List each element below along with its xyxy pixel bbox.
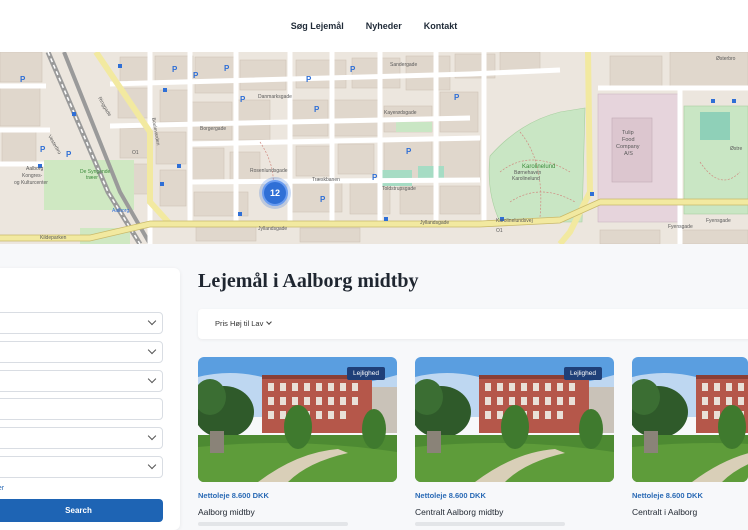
- listing-type-badge: Lejlighed: [346, 367, 385, 380]
- map-label-o1-b: O1: [496, 228, 503, 234]
- map-label-danmarksgade: Danmarksgade: [258, 94, 292, 100]
- map-label-o1-a: O1: [132, 150, 139, 156]
- svg-text:P: P: [240, 95, 246, 104]
- map[interactable]: P P P P P P P P P P P P P P Danmarksgade Vesterbro…: [0, 52, 748, 244]
- listing-photo: [632, 357, 748, 482]
- svg-text:P: P: [172, 65, 178, 74]
- listing-price: Nettoleje 8.600 DKK: [632, 491, 703, 500]
- svg-text:P: P: [193, 71, 199, 80]
- map-label-jyllandsgade-1: Jyllandsgade: [258, 226, 287, 232]
- nav-link-nyheder[interactable]: Nyheder: [366, 21, 402, 31]
- map-label-borneshaven-2: Karolinelund: [512, 176, 540, 182]
- svg-text:P: P: [306, 75, 312, 84]
- map-label-traeskbanen: Træskbanen: [312, 177, 340, 183]
- svg-text:P: P: [66, 150, 72, 159]
- sort-bar: Pris Høj til Lav: [198, 309, 748, 339]
- filter-input[interactable]: [0, 398, 163, 420]
- map-label-vesterbro: Vesterbro: [46, 134, 62, 156]
- sort-label: Pris Høj til Lav: [215, 319, 264, 328]
- svg-text:P: P: [40, 145, 46, 154]
- listing-price: Nettoleje 8.600 DKK: [198, 491, 269, 500]
- listing-price: Nettoleje 8.600 DKK: [415, 491, 486, 500]
- map-label-fyensgade-1: Fyensgade: [706, 218, 731, 224]
- listing-title: Aalborg midtby: [198, 507, 255, 517]
- map-label-borgergade: Borgergade: [200, 126, 226, 132]
- map-label-karolinelundsvej: Karolinelundsvej: [496, 218, 533, 224]
- listing-photo: Lejlighed: [198, 357, 397, 482]
- listing-type-badge: Lejlighed: [563, 367, 602, 380]
- svg-text:P: P: [20, 75, 26, 84]
- listing-description-placeholder: [415, 522, 565, 526]
- map-label-ostre: Østre: [730, 146, 742, 152]
- map-label-station: Aalborg: [112, 208, 129, 214]
- map-label-kongres-3: og Kulturcenter: [14, 180, 48, 186]
- filter-select-4[interactable]: [0, 427, 163, 449]
- search-button[interactable]: Search: [0, 499, 163, 522]
- map-label-osterbro: Østerbro: [716, 56, 736, 62]
- chevron-down-icon: [147, 431, 157, 441]
- svg-text:P: P: [454, 93, 460, 102]
- nav-link-sog-lejemal[interactable]: Søg Lejemål: [291, 21, 344, 31]
- sort-dropdown[interactable]: Pris Høj til Lav: [215, 319, 273, 328]
- page-title: Lejemål i Aalborg midtby: [198, 270, 419, 292]
- svg-text:P: P: [372, 173, 378, 182]
- map-label-tulip-2: Food: [622, 137, 635, 143]
- map-cluster-marker[interactable]: 12: [262, 180, 288, 206]
- map-label-tulip-4: A/S: [624, 151, 633, 157]
- map-label-kongres-1: Aalborg: [26, 166, 43, 172]
- map-label-kayerodsgade: Kayerødsgade: [384, 110, 417, 116]
- map-label-jyllandsgade-2: Jyllandsgade: [420, 220, 449, 226]
- filter-select-1[interactable]: [0, 312, 163, 334]
- chevron-down-icon: [147, 374, 157, 384]
- map-label-tulip-3: Company: [616, 144, 640, 150]
- map-label-kongres-2: Kongres-: [22, 173, 43, 179]
- chevron-down-icon: [266, 319, 273, 325]
- listing-photo: Lejlighed: [415, 357, 614, 482]
- nav-link-kontakt[interactable]: Kontakt: [424, 21, 458, 31]
- listing-title: Centralt i Aalborg: [632, 507, 698, 517]
- map-label-tulip-1: Tulip: [622, 130, 634, 136]
- chevron-down-icon: [147, 460, 157, 470]
- map-label-ringgade: Ringgade: [96, 96, 112, 118]
- map-label-sandergade: Sandergade: [390, 62, 417, 68]
- svg-text:P: P: [314, 105, 320, 114]
- listing-card[interactable]: Nettoleje 8.600 DKK Centralt i Aalborg: [632, 357, 748, 527]
- filter-panel: der Search: [0, 268, 180, 530]
- chevron-down-icon: [147, 316, 157, 326]
- filter-select-2[interactable]: [0, 341, 163, 363]
- map-label-toldstrupsgade: Toldstrupsgade: [382, 186, 416, 192]
- listing-card[interactable]: Lejlighed Nettoleje 8.600 DKK Aalborg mi…: [198, 357, 397, 527]
- map-label-de-syngende-2: træer: [86, 175, 98, 181]
- listing-title: Centralt Aalborg midtby: [415, 507, 504, 517]
- listing-card[interactable]: Lejlighed Nettoleje 8.600 DKK Centralt A…: [415, 357, 614, 527]
- svg-text:P: P: [406, 147, 412, 156]
- svg-text:P: P: [320, 195, 326, 204]
- listing-description-placeholder: [198, 522, 348, 526]
- map-label-rosenlundsgade: Rosenlundsgade: [250, 168, 288, 174]
- map-label-fyensgade-2: Fyensgade: [668, 224, 693, 230]
- filter-extra-link[interactable]: der: [0, 485, 4, 492]
- map-tiles: P P P P P P P P P P P P P P Danmarksgade Vesterbro…: [0, 52, 748, 244]
- map-label-kildeparken: Kildeparken: [40, 235, 67, 241]
- chevron-down-icon: [147, 345, 157, 355]
- filter-select-5[interactable]: [0, 456, 163, 478]
- top-navigation: Søg Lejemål Nyheder Kontakt: [0, 0, 748, 52]
- filter-select-3[interactable]: [0, 370, 163, 392]
- svg-text:P: P: [224, 64, 230, 73]
- svg-text:P: P: [350, 65, 356, 74]
